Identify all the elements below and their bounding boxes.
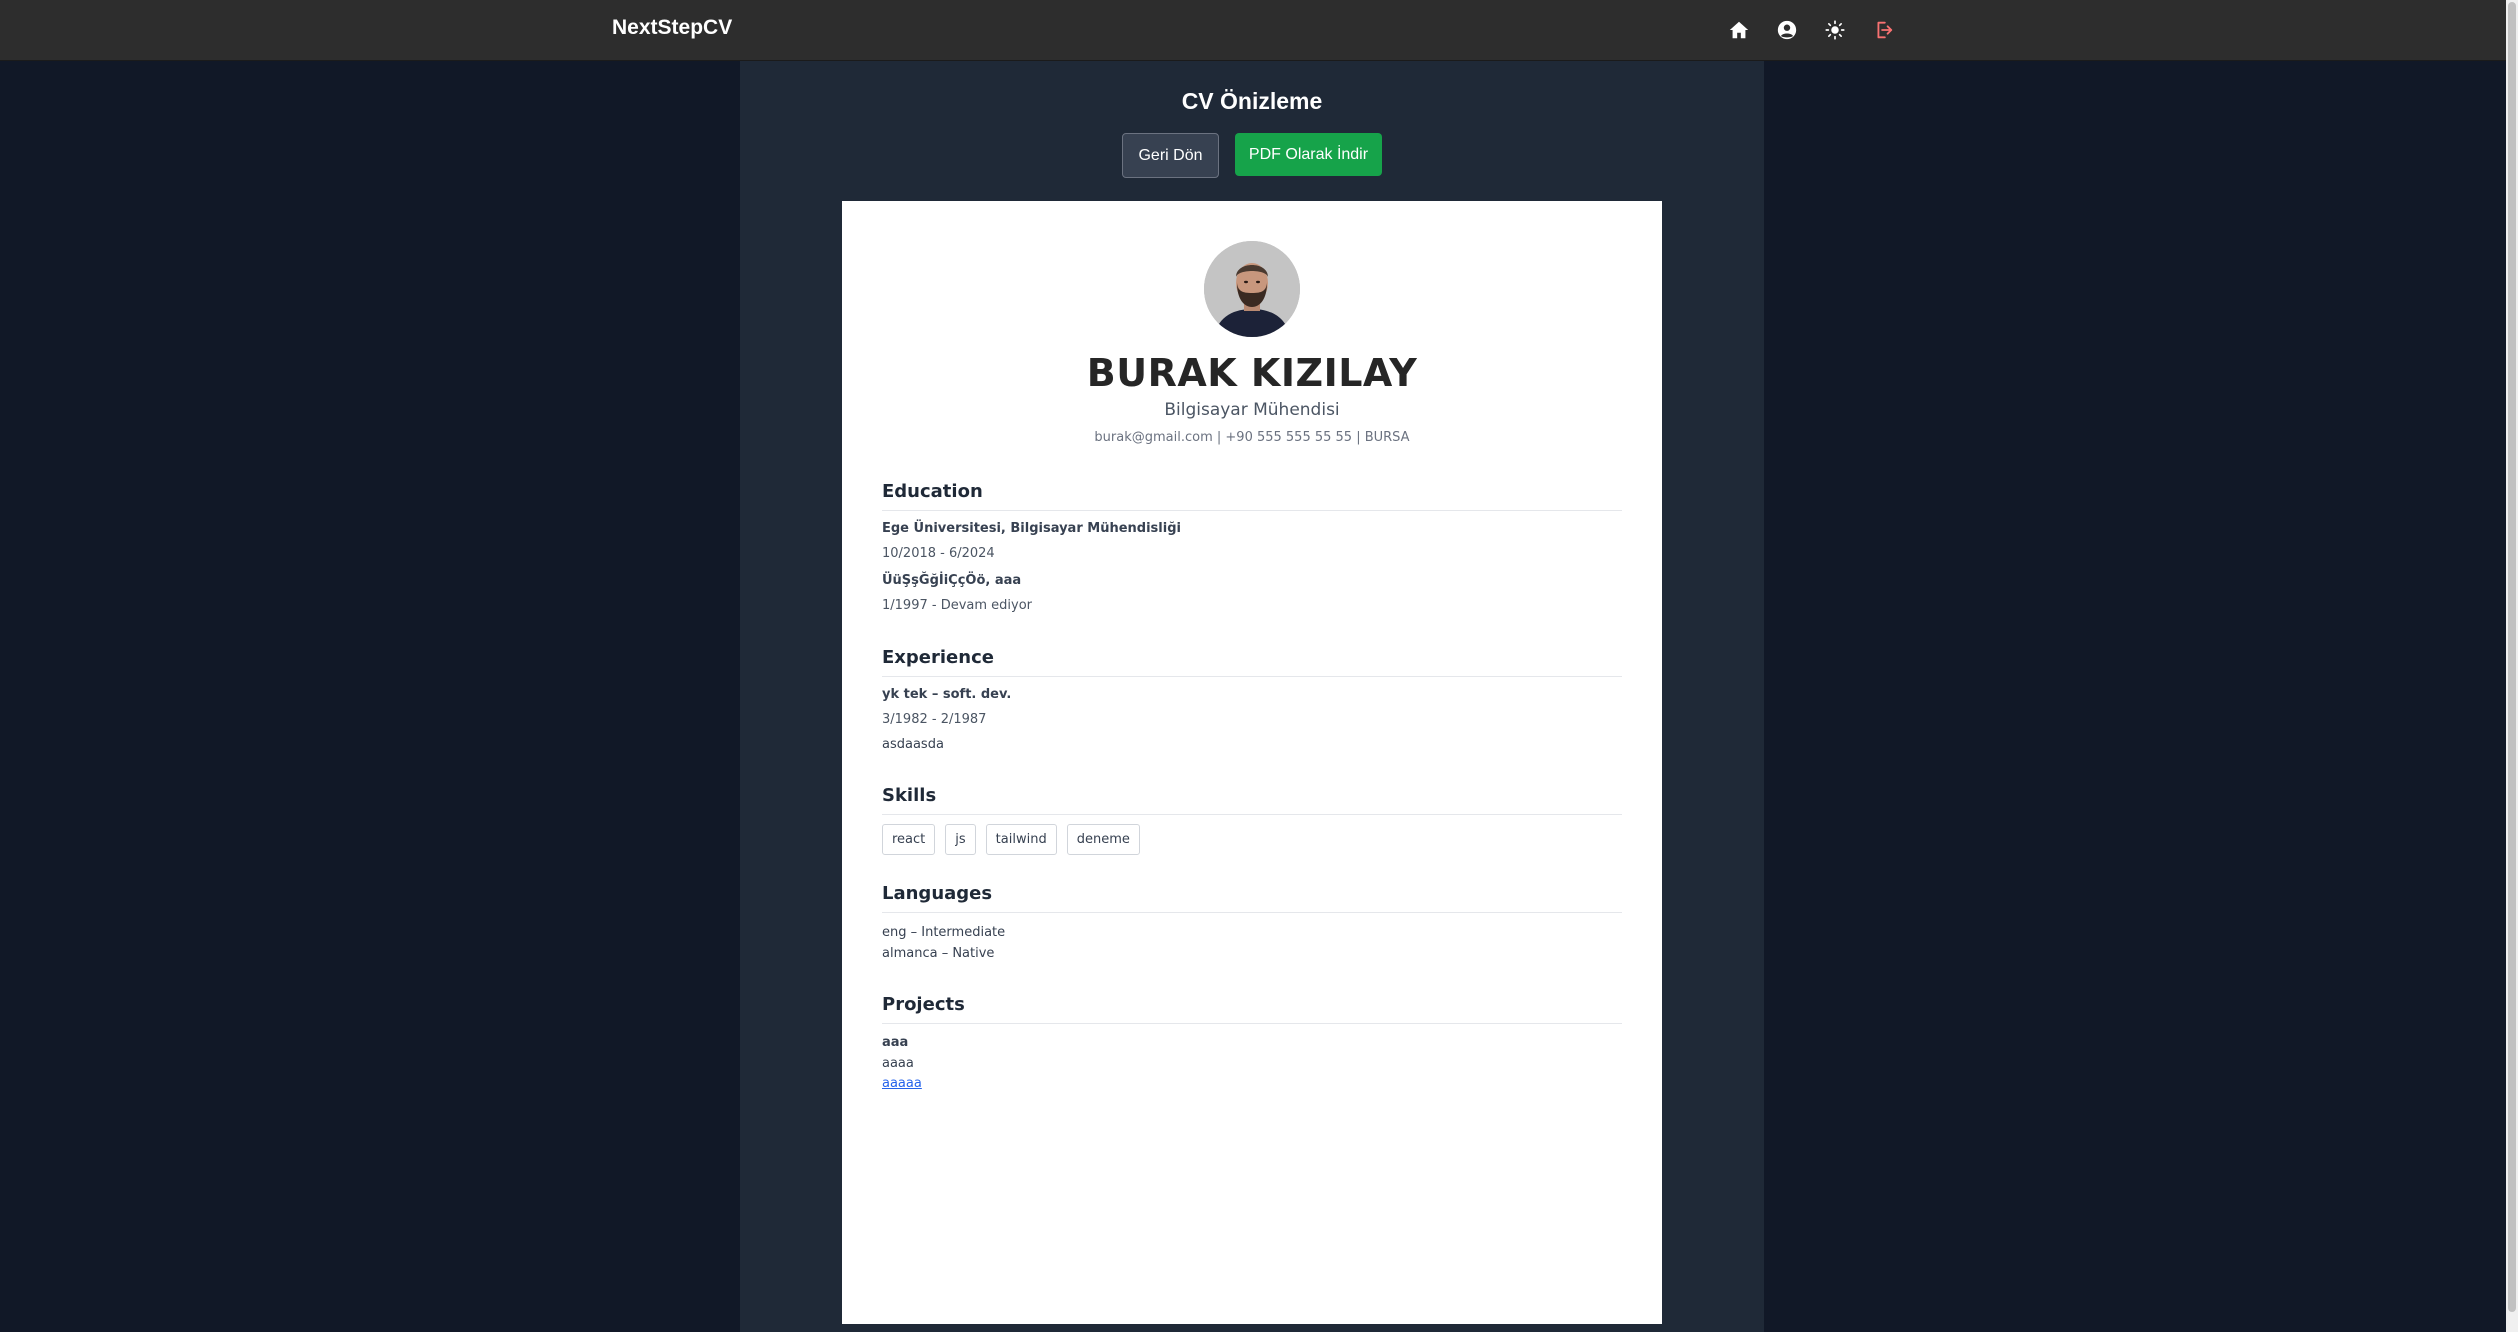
- experience-description: asdaasda: [882, 737, 944, 752]
- experience-date: 3/1982 - 2/1987: [882, 712, 987, 727]
- project-name: aaa: [882, 1035, 909, 1050]
- language-item: almanca – Native: [882, 946, 995, 961]
- skills-heading: Skills: [882, 785, 1622, 815]
- experience-heading: Experience: [882, 647, 1622, 677]
- education-heading: Education: [882, 481, 1622, 511]
- user-circle-icon[interactable]: [1774, 17, 1800, 43]
- brand-logo[interactable]: NextStepCV: [612, 16, 732, 40]
- projects-heading: Projects: [882, 994, 1622, 1024]
- cv-contact: burak@gmail.com | +90 555 555 55 55 | BU…: [1094, 430, 1410, 445]
- education-section: Education Ege Üniversitesi, Bilgisayar M…: [882, 481, 1622, 613]
- education-school: Ege Üniversitesi, Bilgisayar Mühendisliğ…: [882, 521, 1181, 536]
- experience-section: Experience yk tek – soft. dev. 3/1982 - …: [882, 647, 1622, 752]
- skills-list: react js tailwind deneme: [882, 824, 1622, 855]
- education-date: 10/2018 - 6/2024: [882, 546, 995, 561]
- skill-tag: deneme: [1066, 824, 1140, 855]
- skills-section: Skills react js tailwind deneme: [882, 785, 1622, 855]
- languages-heading: Languages: [882, 883, 1622, 913]
- vertical-scrollbar[interactable]: [2506, 0, 2518, 1332]
- nav-icon-group: [1726, 17, 1896, 43]
- scrollbar-thumb[interactable]: [2508, 2, 2516, 1312]
- back-button[interactable]: Geri Dön: [1122, 133, 1219, 178]
- sun-icon[interactable]: [1822, 17, 1848, 43]
- project-description: aaaa: [882, 1056, 914, 1071]
- language-item: eng – Intermediate: [882, 925, 1006, 940]
- preview-panel: CV Önizleme Geri Dön PDF Olarak İndir BU…: [740, 61, 1764, 1332]
- download-pdf-button[interactable]: PDF Olarak İndir: [1235, 133, 1382, 176]
- projects-section: Projects aaa aaaa aaaaa: [882, 994, 1622, 1091]
- cv-job-title: Bilgisayar Mühendisi: [1164, 400, 1340, 420]
- experience-role: yk tek – soft. dev.: [882, 687, 1012, 702]
- skill-tag: js: [945, 824, 976, 855]
- languages-section: Languages eng – Intermediate almanca – N…: [882, 883, 1622, 961]
- education-school: ÜüŞşĞğİiÇçÖö, aaa: [882, 573, 1022, 588]
- home-icon[interactable]: [1726, 17, 1752, 43]
- education-date: 1/1997 - Devam ediyor: [882, 598, 1033, 613]
- avatar: [1204, 241, 1300, 337]
- logout-icon[interactable]: [1870, 17, 1896, 43]
- project-link[interactable]: aaaaa: [882, 1076, 1622, 1091]
- cv-document: BURAK KIZILAY Bilgisayar Mühendisi burak…: [842, 201, 1662, 1324]
- cv-name: BURAK KIZILAY: [1086, 351, 1418, 395]
- skill-tag: react: [882, 824, 936, 855]
- page-title: CV Önizleme: [1181, 88, 1323, 114]
- skill-tag: tailwind: [985, 824, 1057, 855]
- top-navbar: NextStepCV: [0, 0, 2506, 61]
